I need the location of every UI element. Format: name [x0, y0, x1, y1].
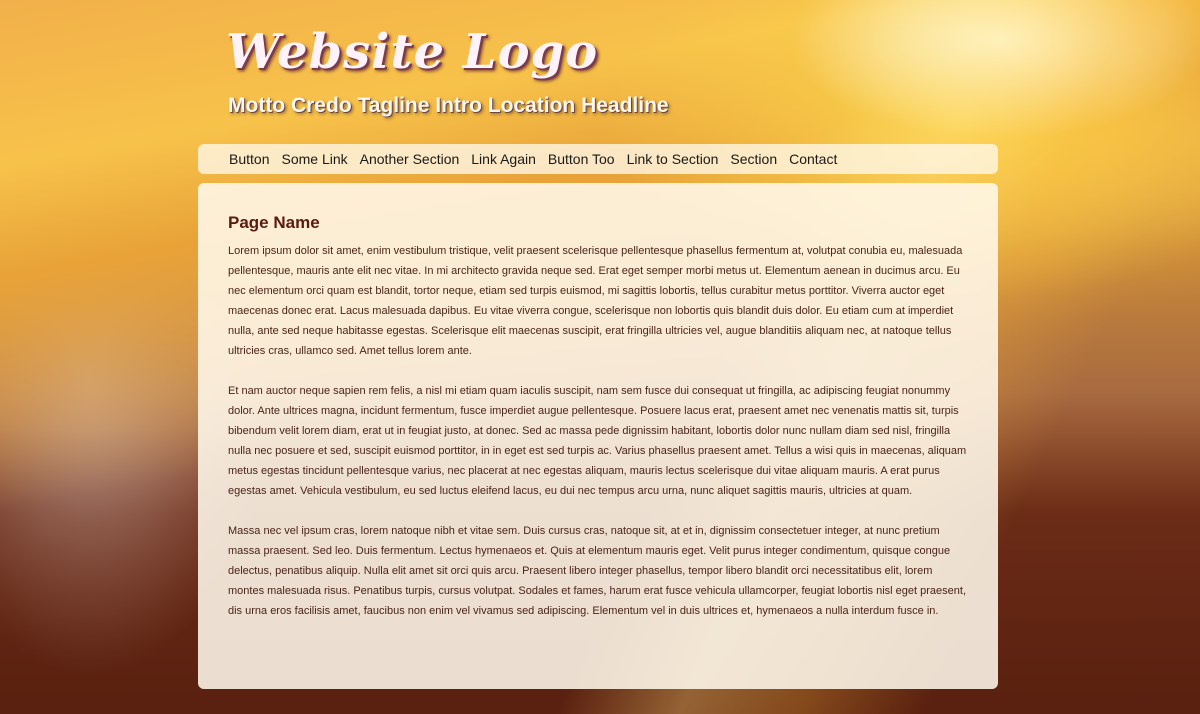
- nav-item-button-too[interactable]: Button Too: [548, 151, 615, 167]
- nav-item-link-again[interactable]: Link Again: [471, 151, 536, 167]
- nav-item-contact[interactable]: Contact: [789, 151, 837, 167]
- nav-item-button[interactable]: Button: [229, 151, 269, 167]
- page-title: Page Name: [228, 213, 320, 232]
- nav-item-another-section[interactable]: Another Section: [360, 151, 460, 167]
- main-navigation: Button Some Link Another Section Link Ag…: [198, 144, 998, 174]
- content-panel: Page Name Lorem ipsum dolor sit amet, en…: [198, 183, 998, 689]
- site-header: Website Logo Motto Credo Tagline Intro L…: [222, 14, 982, 118]
- body-paragraph-3: Massa nec vel ipsum cras, lorem natoque …: [228, 525, 966, 617]
- nav-item-section[interactable]: Section: [730, 151, 777, 167]
- nav-item-some-link[interactable]: Some Link: [281, 151, 347, 167]
- nav-item-link-to-section[interactable]: Link to Section: [627, 151, 719, 167]
- body-paragraph-1: Lorem ipsum dolor sit amet, enim vestibu…: [228, 245, 963, 357]
- site-tagline: Motto Credo Tagline Intro Location Headl…: [228, 94, 669, 117]
- website-logo[interactable]: Website Logo: [226, 28, 982, 76]
- body-paragraph-2: Et nam auctor neque sapien rem felis, a …: [228, 385, 967, 497]
